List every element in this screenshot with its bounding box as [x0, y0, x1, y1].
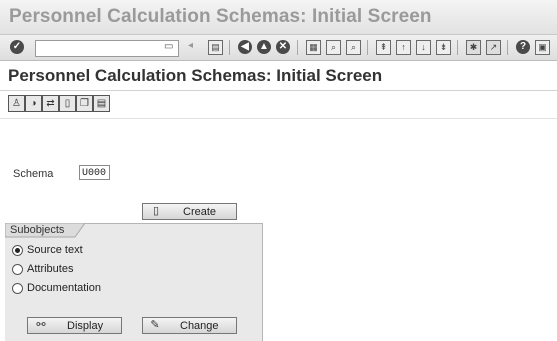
window-title-bar: Personnel Calculation Schemas: Initial S…	[0, 0, 557, 35]
create-button[interactable]: ▯ Create	[142, 203, 237, 220]
customize-layout-icon[interactable]: ▣	[535, 40, 550, 55]
enter-icon[interactable]: ✓	[10, 40, 24, 54]
radio-button[interactable]	[12, 283, 23, 294]
screen-title: Personnel Calculation Schemas: Initial S…	[8, 66, 383, 85]
window-title: Personnel Calculation Schemas: Initial S…	[9, 6, 432, 27]
subobjects-title: Subobjects	[10, 224, 65, 236]
pencil-icon: ✎	[150, 319, 160, 331]
divider	[0, 118, 557, 119]
help-icon[interactable]: ?	[516, 40, 530, 54]
last-page-icon[interactable]: ⇟	[436, 40, 451, 55]
command-field[interactable]	[35, 40, 179, 57]
schema-label: Schema	[13, 168, 54, 180]
display-button[interactable]: ⚯ Display	[27, 317, 122, 334]
toolbar-separator	[297, 40, 298, 55]
next-page-icon[interactable]: ↓	[416, 40, 431, 55]
copy-icon[interactable]: ❐	[76, 95, 93, 112]
exit-icon[interactable]: ▲	[257, 40, 271, 54]
user-icon[interactable]: ♙	[8, 95, 25, 112]
toolbar-separator	[229, 40, 230, 55]
radio-label: Documentation	[27, 282, 101, 294]
display-button-label: Display	[67, 320, 104, 332]
back-icon[interactable]: ◀	[238, 40, 252, 54]
shortcut-icon[interactable]: ↗	[486, 40, 501, 55]
radio-button[interactable]	[12, 264, 23, 275]
command-history-icon[interactable]: ▭	[164, 41, 173, 52]
schema-input[interactable]: U000	[79, 165, 110, 180]
create-button-label: Create	[183, 206, 217, 218]
find-icon[interactable]: ⌕	[326, 40, 341, 55]
subobjects-tab: Subobjects	[5, 223, 85, 238]
toolbar-separator	[457, 40, 458, 55]
change-button[interactable]: ✎ Change	[142, 317, 237, 334]
document-icon: ▯	[152, 205, 160, 217]
cancel-icon[interactable]: ✕	[276, 40, 290, 54]
globe-icon[interactable]: ◑	[25, 95, 42, 112]
first-page-icon[interactable]: ⇞	[376, 40, 391, 55]
previous-page-icon[interactable]: ↑	[396, 40, 411, 55]
radio-label: Source text	[27, 244, 83, 256]
find-next-icon[interactable]: ⌕	[346, 40, 361, 55]
delete-icon[interactable]: ▯	[59, 95, 76, 112]
print-icon[interactable]: ▦	[306, 40, 321, 55]
toolbar-separator	[507, 40, 508, 55]
divider	[0, 90, 557, 91]
scroll-left-icon[interactable]: ◂	[188, 40, 193, 51]
glasses-icon: ⚯	[36, 319, 46, 331]
save-icon[interactable]: ▤	[208, 40, 223, 55]
transport-icon[interactable]: ⇄	[42, 95, 59, 112]
change-button-label: Change	[180, 320, 219, 332]
new-session-icon[interactable]: ✱	[466, 40, 481, 55]
document-icon[interactable]: ▤	[93, 95, 110, 112]
radio-button[interactable]	[12, 245, 23, 256]
radio-label: Attributes	[27, 263, 74, 275]
toolbar-separator	[367, 40, 368, 55]
